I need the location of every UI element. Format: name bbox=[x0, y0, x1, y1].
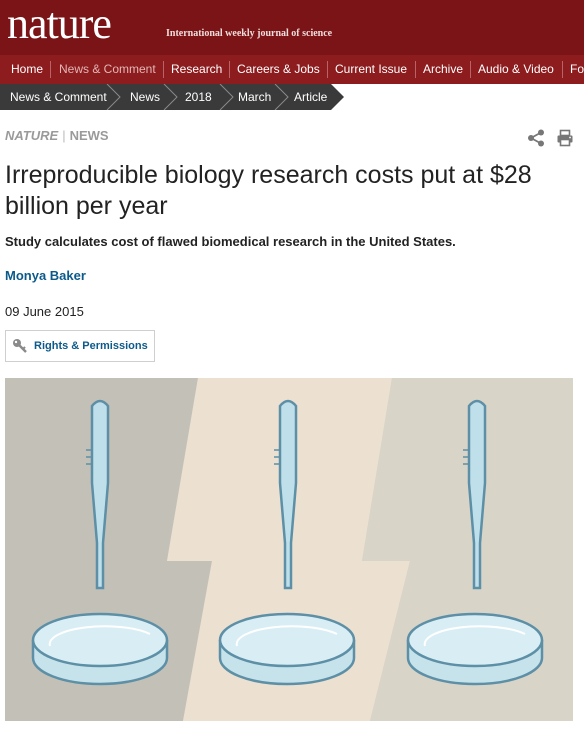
nav-divider bbox=[470, 61, 471, 78]
article-standfirst: Study calculates cost of flawed biomedic… bbox=[5, 234, 456, 249]
nav-item-home[interactable]: Home bbox=[11, 55, 43, 84]
breadcrumb-news[interactable]: News bbox=[130, 84, 160, 110]
main-nav: Home News & Comment Research Careers & J… bbox=[0, 55, 584, 84]
petri-dish-3 bbox=[406, 612, 544, 686]
rights-permissions-label: Rights & Permissions bbox=[34, 340, 148, 352]
nav-divider bbox=[163, 61, 164, 78]
rights-permissions-button[interactable]: Rights & Permissions bbox=[5, 330, 155, 362]
petri-dish-1 bbox=[31, 612, 169, 686]
breadcrumb-article: Article bbox=[294, 90, 328, 104]
kicker-divider: | bbox=[62, 128, 66, 143]
article-author[interactable]: Monya Baker bbox=[5, 268, 86, 283]
nav-item-archive[interactable]: Archive bbox=[423, 55, 463, 84]
tagline: International weekly journal of science bbox=[166, 28, 333, 39]
breadcrumb-month[interactable]: March bbox=[238, 84, 271, 110]
nav-divider bbox=[50, 61, 51, 78]
nav-divider bbox=[562, 61, 563, 78]
nav-item-more[interactable]: Fo bbox=[570, 55, 584, 84]
kicker-section[interactable]: NEWS bbox=[70, 128, 109, 143]
nav-item-audio-video[interactable]: Audio & Video bbox=[478, 55, 554, 84]
article-title: Irreproducible biology research costs pu… bbox=[5, 161, 532, 220]
share-icon[interactable] bbox=[527, 129, 545, 147]
hero-illustration bbox=[5, 378, 573, 721]
breadcrumb: News & Comment News 2018 March Article bbox=[0, 84, 584, 110]
nav-item-research[interactable]: Research bbox=[171, 55, 222, 84]
nav-divider bbox=[327, 61, 328, 78]
article-kicker: NATURE | NEWS bbox=[5, 128, 109, 143]
print-icon[interactable] bbox=[556, 129, 574, 147]
nav-divider bbox=[415, 61, 416, 78]
breadcrumb-news-comment[interactable]: News & Comment bbox=[10, 84, 107, 110]
masthead: nature International weekly journal of s… bbox=[0, 0, 584, 55]
article-date: 09 June 2015 bbox=[5, 304, 84, 319]
nav-item-careers-jobs[interactable]: Careers & Jobs bbox=[237, 55, 320, 84]
nav-divider bbox=[229, 61, 230, 78]
nav-item-news-comment[interactable]: News & Comment bbox=[59, 55, 156, 84]
nature-logo[interactable]: nature bbox=[7, 0, 112, 49]
petri-dish-2 bbox=[218, 612, 356, 686]
key-icon bbox=[13, 339, 27, 353]
kicker-journal[interactable]: NATURE bbox=[5, 128, 58, 143]
nav-item-current-issue[interactable]: Current Issue bbox=[335, 55, 407, 84]
breadcrumb-year[interactable]: 2018 bbox=[185, 84, 212, 110]
